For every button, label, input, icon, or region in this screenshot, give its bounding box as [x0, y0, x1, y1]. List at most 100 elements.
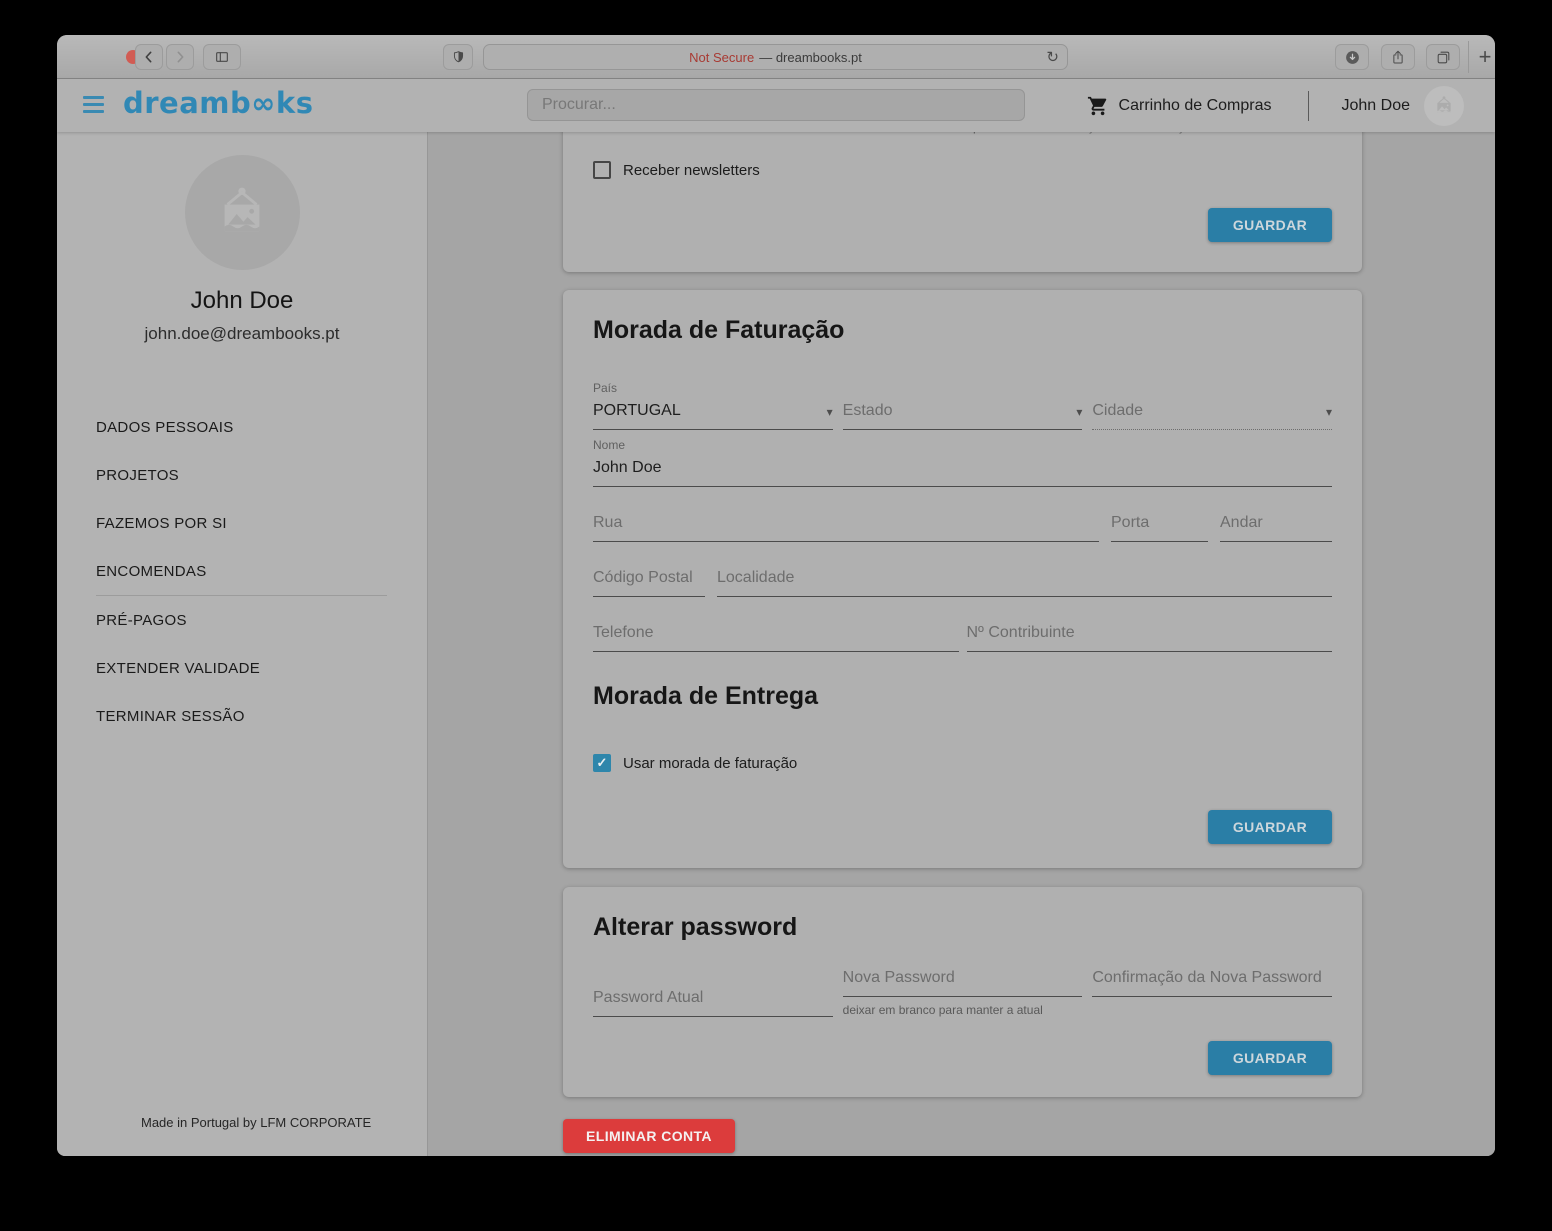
profile-avatar[interactable] — [185, 155, 300, 270]
street-placeholder: Rua — [593, 514, 622, 532]
change-password-card: Alterar password Password Atual Nova Pas… — [563, 887, 1362, 1097]
country-state-city-row: País PORTUGAL ▾ Estado ▾ — [593, 381, 1332, 430]
tab-overview-button[interactable] — [1426, 44, 1460, 70]
floor-field[interactable]: Andar — [1220, 513, 1332, 542]
locality-placeholder: Localidade — [717, 569, 794, 587]
use-billing-checkbox[interactable]: ✓ — [593, 754, 611, 772]
reload-icon[interactable]: ↻ — [1046, 48, 1059, 66]
current-password-field[interactable]: Password Atual — [593, 968, 833, 1017]
chevron-right-icon — [172, 49, 188, 65]
shipping-title: Morada de Entrega — [593, 682, 1332, 711]
door-placeholder: Porta — [1111, 514, 1149, 532]
back-button[interactable] — [135, 44, 163, 70]
tax-id-field[interactable]: Nº Contribuinte — [967, 623, 1333, 652]
tax-id-placeholder: Nº Contribuinte — [967, 624, 1075, 642]
new-password-field[interactable]: Nova Password deixar em branco para mant… — [843, 968, 1083, 1017]
chevron-down-icon: ▾ — [827, 404, 833, 420]
privacy-shield-button[interactable] — [443, 44, 473, 70]
cart-button[interactable]: Carrinho de Compras — [1087, 95, 1272, 117]
shield-icon — [451, 49, 466, 65]
door-field[interactable]: Porta — [1111, 513, 1208, 542]
street-row: Rua Porta Andar — [593, 513, 1332, 542]
use-billing-label: Usar morada de faturação — [623, 755, 797, 772]
picture-frame-icon — [1433, 95, 1455, 117]
name-value: John Doe — [593, 459, 662, 477]
sidebar-menu: DADOS PESSOAIS PROJETOS FAZEMOS POR SI E… — [57, 403, 427, 740]
personal-data-card: para envio de notificações e comunicaçõe… — [563, 132, 1362, 272]
address-bar[interactable]: Not Secure — dreambooks.pt ↻ — [483, 44, 1068, 70]
sidebar-item-encomendas[interactable]: ENCOMENDAS — [57, 547, 427, 595]
billing-title: Morada de Faturação — [593, 316, 1332, 345]
use-billing-checkbox-row[interactable]: ✓ Usar morada de faturação — [593, 754, 1332, 772]
billing-address-card: Morada de Faturação País PORTUGAL ▾ Esta… — [563, 290, 1362, 868]
confirm-password-field[interactable]: Confirmação da Nova Password — [1092, 968, 1332, 997]
save-personal-button[interactable]: GUARDAR — [1208, 208, 1332, 242]
postal-code-field[interactable]: Código Postal — [593, 568, 705, 597]
header-divider — [1308, 91, 1309, 121]
sidebar-item-projetos[interactable]: PROJETOS — [57, 451, 427, 499]
dreambooks-logo[interactable]: dreamb∞ks — [123, 86, 313, 120]
country-value: PORTUGAL — [593, 402, 681, 420]
shopping-cart-icon — [1087, 95, 1109, 117]
sidebar-item-extender-validade[interactable]: EXTENDER VALIDADE — [57, 644, 427, 692]
sidebar-item-terminar-sessao[interactable]: TERMINAR SESSÃO — [57, 692, 427, 740]
sidebar-panel-icon — [213, 49, 231, 65]
downloads-button[interactable] — [1335, 44, 1369, 70]
url-text: — dreambooks.pt — [759, 50, 862, 65]
street-field[interactable]: Rua — [593, 513, 1099, 542]
notifications-hint: para envio de notificações e comunicaçõe… — [973, 132, 1202, 134]
menu-icon[interactable] — [83, 96, 104, 114]
chevron-left-icon — [141, 49, 157, 65]
state-placeholder: Estado — [843, 402, 893, 420]
save-address-button[interactable]: GUARDAR — [1208, 810, 1332, 844]
locality-field[interactable]: Localidade — [717, 568, 1332, 597]
app-header: dreamb∞ks Carrinho de Compras John Doe — [57, 79, 1495, 132]
main-content: para envio de notificações e comunicaçõe… — [428, 132, 1495, 1156]
header-user-name[interactable]: John Doe — [1342, 97, 1411, 115]
screen: Not Secure — dreambooks.pt ↻ — [0, 0, 1552, 1231]
account-sidebar: John Doe john.doe@dreambooks.pt DADOS PE… — [57, 132, 428, 1156]
save-password-button[interactable]: GUARDAR — [1208, 1041, 1332, 1075]
made-in-footer: Made in Portugal by LFM CORPORATE — [141, 1115, 371, 1130]
phone-field[interactable]: Telefone — [593, 623, 959, 652]
phone-placeholder: Telefone — [593, 624, 654, 642]
check-icon: ✓ — [597, 755, 608, 771]
newsletter-checkbox[interactable] — [593, 161, 611, 179]
newsletter-label: Receber newsletters — [623, 162, 760, 179]
floor-placeholder: Andar — [1220, 514, 1263, 532]
confirm-password-placeholder: Confirmação da Nova Password — [1092, 969, 1321, 987]
security-status: Not Secure — [689, 50, 754, 65]
chevron-down-icon: ▾ — [1326, 404, 1332, 420]
postal-code-placeholder: Código Postal — [593, 569, 693, 587]
delete-account-button[interactable]: ELIMINAR CONTA — [563, 1119, 735, 1153]
new-tab-button[interactable]: + — [1473, 41, 1495, 73]
sidebar-item-pre-pagos[interactable]: PRÉ-PAGOS — [57, 596, 427, 644]
country-label: País — [593, 381, 833, 395]
postal-row: Código Postal Localidade — [593, 568, 1332, 597]
chrome-divider — [1468, 41, 1469, 73]
phone-row: Telefone Nº Contribuinte — [593, 623, 1332, 652]
current-password-placeholder: Password Atual — [593, 989, 703, 1007]
state-field[interactable]: Estado ▾ — [843, 381, 1083, 430]
newsletter-checkbox-row[interactable]: Receber newsletters — [593, 161, 760, 179]
download-icon — [1344, 49, 1361, 66]
search-input[interactable] — [527, 89, 1025, 121]
profile-email: john.doe@dreambooks.pt — [57, 324, 427, 344]
sidebar-item-fazemos-por-si[interactable]: FAZEMOS POR SI — [57, 499, 427, 547]
header-avatar[interactable] — [1424, 86, 1464, 126]
sidebar-item-dados-pessoais[interactable]: DADOS PESSOAIS — [57, 403, 427, 451]
name-field[interactable]: Nome John Doe — [593, 438, 1332, 487]
profile-name: John Doe — [57, 287, 427, 315]
tabs-icon — [1435, 49, 1452, 66]
share-button[interactable] — [1381, 44, 1415, 70]
country-field[interactable]: País PORTUGAL ▾ — [593, 381, 833, 430]
new-password-hint: deixar em branco para manter a atual — [843, 1003, 1083, 1017]
new-password-placeholder: Nova Password — [843, 969, 955, 987]
cart-label: Carrinho de Compras — [1119, 97, 1272, 115]
city-field: Cidade ▾ — [1092, 381, 1332, 430]
page-body: John Doe john.doe@dreambooks.pt DADOS PE… — [57, 132, 1495, 1156]
share-icon — [1390, 49, 1406, 66]
forward-button[interactable] — [166, 44, 194, 70]
sidebar-toggle-button[interactable] — [203, 44, 241, 70]
name-label: Nome — [593, 438, 1332, 452]
